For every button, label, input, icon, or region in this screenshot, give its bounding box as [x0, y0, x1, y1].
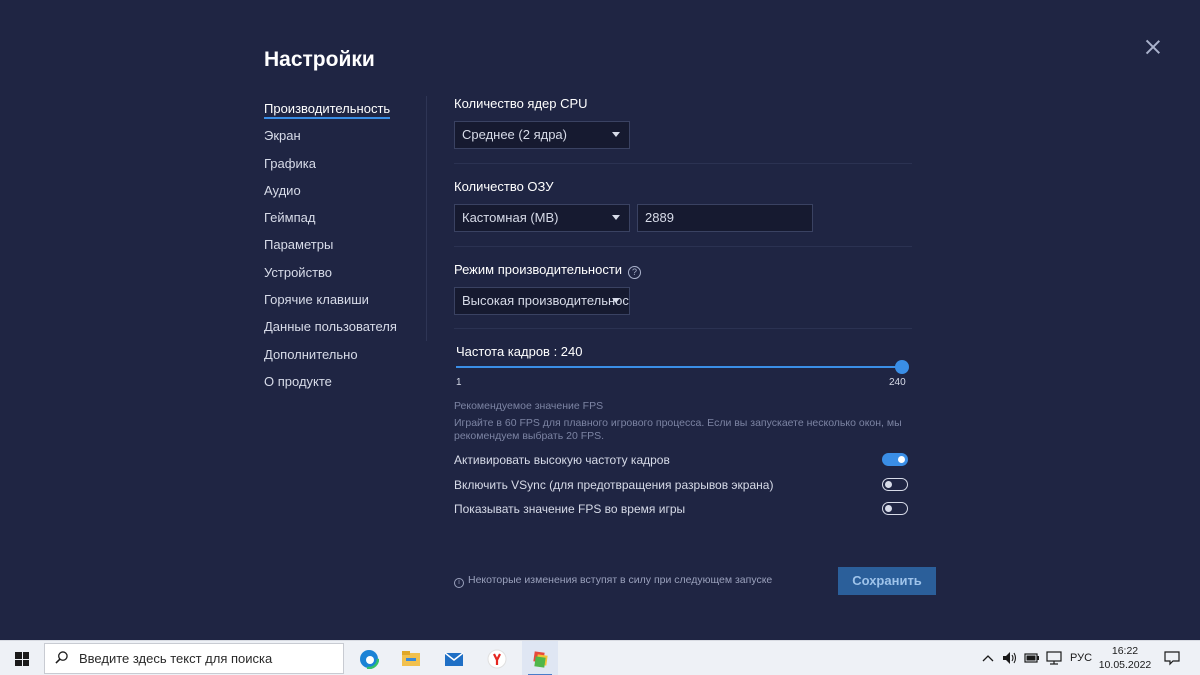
ram-select-value: Кастомная (MB) [462, 210, 559, 225]
volume-icon[interactable] [1002, 641, 1018, 675]
sidebar-item-label: Производительность [264, 101, 391, 119]
windows-logo-icon [15, 652, 29, 666]
performance-mode-select[interactable]: Высокая производительность [454, 287, 630, 315]
toggle-knob [885, 504, 892, 512]
show-fps-toggle[interactable] [882, 502, 908, 515]
settings-sidebar: Производительность Экран Графика Аудио Г… [264, 100, 426, 400]
network-icon[interactable] [1046, 641, 1062, 675]
taskbar-clock[interactable]: 16:22 10.05.2022 [1096, 644, 1154, 672]
toggle-row-vsync: Включить VSync (для предотвращения разры… [454, 478, 910, 494]
sidebar-item-label: Геймпад [264, 210, 316, 226]
sidebar-item-label: Горячие клавиши [264, 292, 369, 308]
file-explorer-icon [402, 651, 420, 666]
fps-slider-min: 1 [456, 377, 462, 388]
info-icon: i [454, 578, 464, 588]
close-icon[interactable] [1144, 38, 1162, 56]
performance-mode-label: Режим производительности? [454, 262, 642, 279]
taskbar-mail[interactable] [435, 641, 471, 675]
notifications-icon[interactable] [1164, 641, 1180, 675]
taskbar-edge[interactable] [350, 641, 386, 675]
high-fps-toggle[interactable] [882, 453, 908, 466]
toggle-row-high-fps: Активировать высокую частоту кадров [454, 453, 910, 469]
restart-note: i Некоторые изменения вступят в силу при … [454, 574, 772, 588]
sidebar-item-preferences[interactable]: Параметры [264, 236, 426, 263]
sidebar-item-advanced[interactable]: Дополнительно [264, 346, 426, 373]
fps-slider-max: 240 [889, 377, 906, 388]
sidebar-item-gamepad[interactable]: Геймпад [264, 209, 426, 236]
toggle-knob [885, 480, 892, 488]
search-icon [55, 651, 68, 664]
ram-value-input[interactable]: 2889 [637, 204, 813, 232]
section-divider [454, 246, 912, 247]
taskbar-search-input[interactable]: Введите здесь текст для поиска [44, 643, 344, 674]
start-button[interactable] [0, 641, 44, 675]
toggle-knob [898, 455, 905, 463]
cpu-cores-select[interactable]: Среднее (2 ядра) [454, 121, 630, 149]
toggle-label: Показывать значение FPS во время игры [454, 502, 686, 516]
section-divider [454, 328, 912, 329]
sidebar-item-audio[interactable]: Аудио [264, 182, 426, 209]
taskbar: Введите здесь текст для поиска РУС 16:22… [0, 640, 1200, 675]
taskbar-yandex-browser[interactable] [478, 641, 514, 675]
cpu-cores-value: Среднее (2 ядра) [462, 127, 567, 142]
edge-icon [359, 649, 379, 669]
toggle-label: Активировать высокую частоту кадров [454, 453, 670, 467]
fps-hint-text: Играйте в 60 FPS для плавного игрового п… [454, 417, 902, 442]
chevron-down-icon [612, 215, 620, 220]
show-hidden-icons-chevron-up-icon[interactable] [982, 641, 994, 675]
sidebar-item-hotkeys[interactable]: Горячие клавиши [264, 291, 426, 318]
page-title: Настройки [264, 48, 375, 71]
sidebar-item-label: Данные пользователя [264, 319, 397, 335]
sidebar-item-graphics[interactable]: Графика [264, 155, 426, 182]
ram-select[interactable]: Кастомная (MB) [454, 204, 630, 232]
taskbar-bluestacks[interactable] [522, 641, 558, 675]
toggle-row-show-fps: Показывать значение FPS во время игры [454, 502, 910, 518]
toggle-label: Включить VSync (для предотвращения разры… [454, 478, 774, 492]
mail-icon [444, 652, 464, 666]
sidebar-item-label: Экран [264, 128, 301, 144]
yandex-browser-icon [487, 649, 507, 669]
vsync-toggle[interactable] [882, 478, 908, 491]
clock-time: 16:22 [1111, 645, 1139, 657]
fps-hint-title: Рекомендуемое значение FPS [454, 400, 604, 412]
sidebar-item-screen[interactable]: Экран [264, 127, 426, 154]
clock-date: 10.05.2022 [1098, 659, 1152, 671]
chevron-down-icon [612, 298, 620, 303]
restart-note-text: Некоторые изменения вступят в силу при с… [468, 574, 773, 586]
performance-mode-text: Режим производительности [454, 262, 623, 277]
fps-slider-handle[interactable] [895, 360, 909, 374]
taskbar-file-explorer[interactable] [392, 641, 428, 675]
input-language[interactable]: РУС [1070, 641, 1092, 675]
performance-mode-value: Высокая производительность [462, 293, 630, 308]
sidebar-item-user-data[interactable]: Данные пользователя [264, 318, 426, 345]
sidebar-item-label: Дополнительно [264, 346, 358, 362]
sidebar-item-device[interactable]: Устройство [264, 264, 426, 291]
bluestacks-icon [533, 651, 548, 668]
sidebar-item-performance[interactable]: Производительность [264, 100, 426, 127]
sidebar-item-about[interactable]: О продукте [264, 373, 426, 400]
sidebar-item-label: Устройство [264, 264, 333, 280]
chevron-down-icon [612, 132, 620, 137]
ram-label: Количество ОЗУ [454, 179, 554, 194]
fps-slider-track[interactable] [456, 366, 904, 368]
save-button[interactable]: Сохранить [838, 567, 936, 595]
cpu-label: Количество ядер CPU [454, 96, 588, 111]
sidebar-item-label: О продукте [264, 373, 332, 389]
sidebar-item-label: Графика [264, 155, 316, 171]
sidebar-divider [426, 96, 427, 341]
help-icon[interactable]: ? [628, 266, 642, 279]
search-placeholder: Введите здесь текст для поиска [79, 651, 273, 666]
fps-label: Частота кадров : 240 [456, 344, 583, 359]
section-divider [454, 163, 912, 164]
battery-icon[interactable] [1024, 641, 1040, 675]
sidebar-item-label: Параметры [264, 237, 334, 253]
sidebar-item-label: Аудио [264, 182, 301, 198]
